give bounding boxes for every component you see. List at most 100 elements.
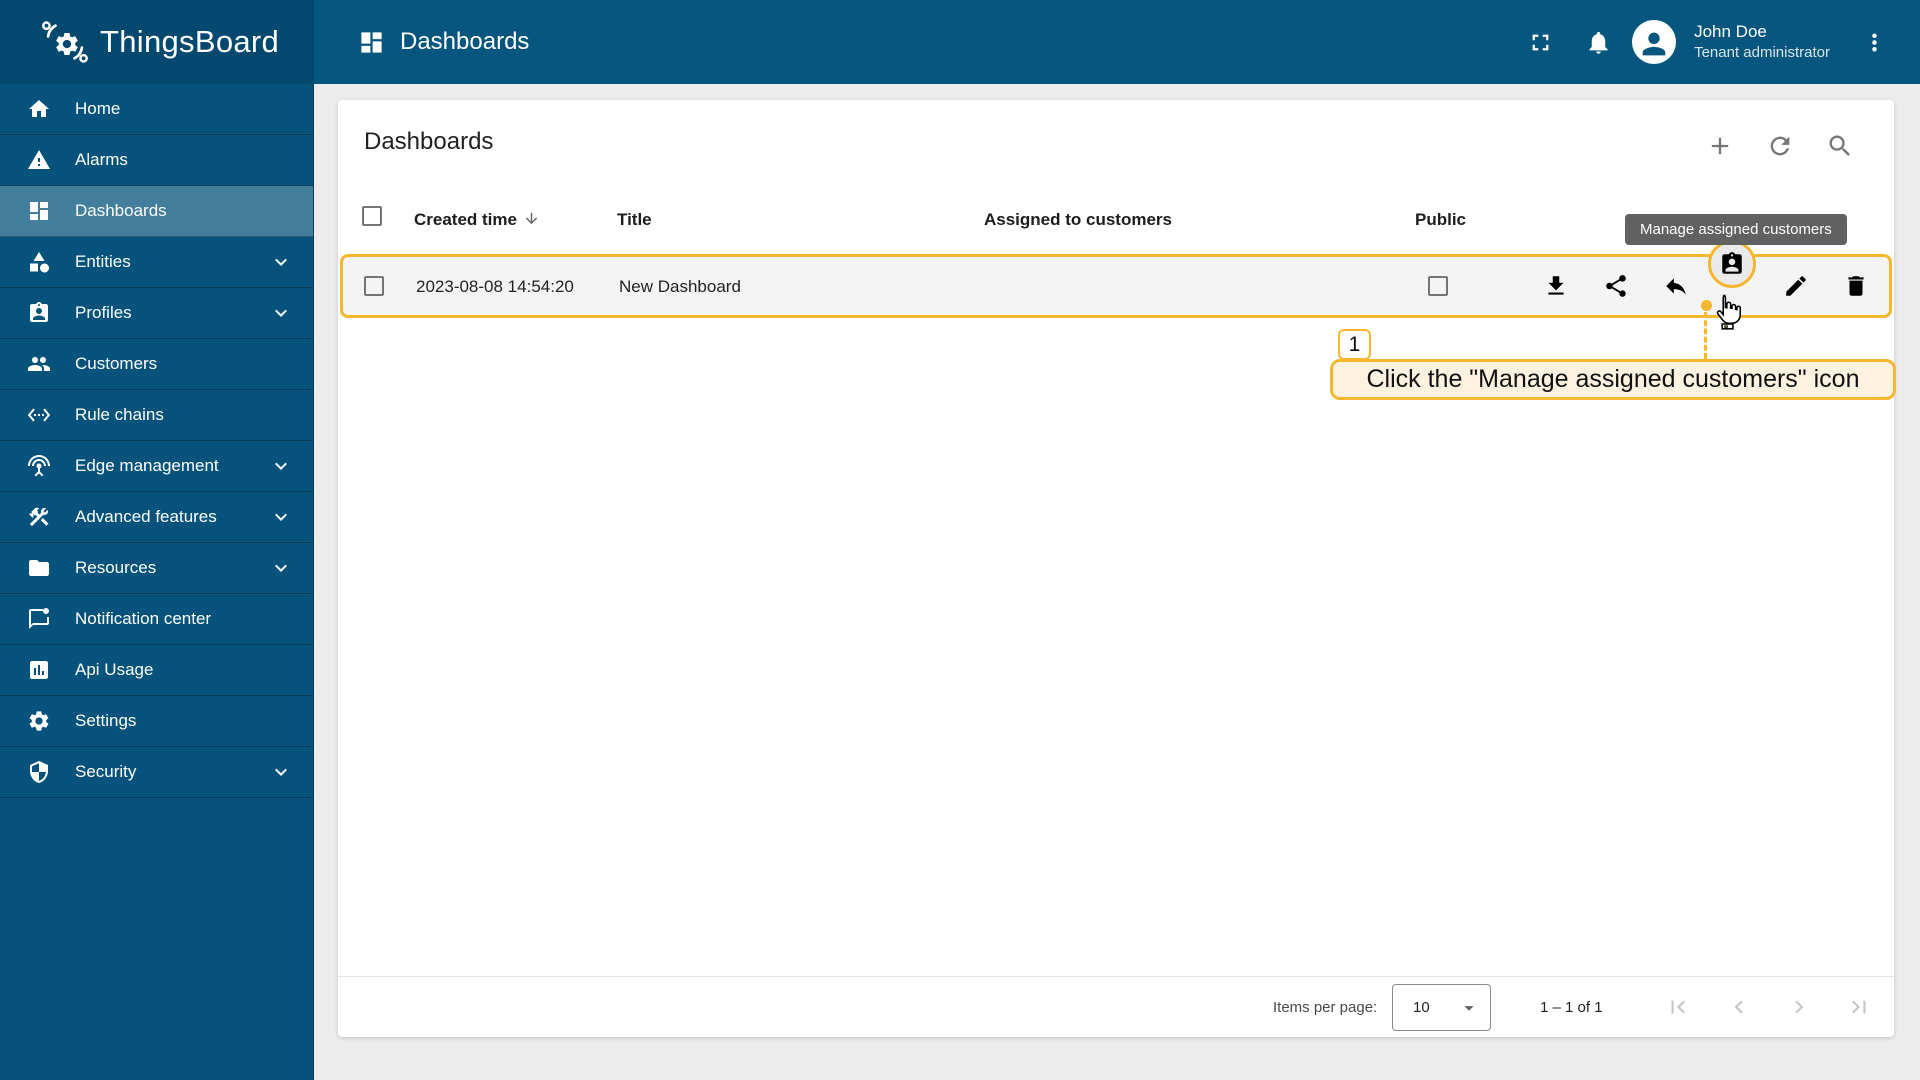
chevron-down-icon bbox=[269, 301, 293, 325]
sidebar-item-advanced-features[interactable]: Advanced features bbox=[0, 492, 313, 543]
plus-icon bbox=[1706, 132, 1734, 160]
user-role: Tenant administrator bbox=[1694, 44, 1830, 62]
refresh-icon bbox=[1766, 132, 1794, 160]
sidebar-item-label: Advanced features bbox=[75, 507, 217, 526]
sidebar-item-label: Settings bbox=[75, 711, 137, 730]
breadcrumb: Dashboards bbox=[358, 28, 529, 56]
sidebar-item-label: Alarms bbox=[75, 150, 128, 169]
row-title: New Dashboard bbox=[619, 277, 741, 296]
add-dashboard-button[interactable] bbox=[1702, 128, 1738, 164]
sidebar-item-dashboards[interactable]: Dashboards bbox=[0, 186, 313, 237]
sidebar-item-label: Security bbox=[75, 762, 137, 781]
previous-page-icon[interactable] bbox=[1726, 994, 1752, 1020]
next-page-icon[interactable] bbox=[1786, 994, 1812, 1020]
last-page-icon[interactable] bbox=[1846, 994, 1872, 1020]
notifications-button[interactable] bbox=[1574, 18, 1622, 66]
top-bar: ThingsBoard Dashboards John Doe Tenant a… bbox=[0, 0, 1920, 84]
sidebar-item-profiles[interactable]: Profiles bbox=[0, 288, 313, 339]
manage-assigned-customers-icon[interactable] bbox=[1719, 251, 1745, 277]
sidebar-item-edge-management[interactable]: Edge management bbox=[0, 441, 313, 492]
column-created-time[interactable]: Created time bbox=[414, 210, 540, 230]
sidebar-item-label: Rule chains bbox=[75, 405, 164, 424]
sidebar-item-label: Edge management bbox=[75, 456, 219, 475]
alarms-icon bbox=[27, 148, 51, 172]
instruction-callout: Click the "Manage assigned customers" ic… bbox=[1330, 359, 1896, 400]
sidebar-item-home[interactable]: Home bbox=[0, 84, 313, 135]
delete-icon[interactable] bbox=[1843, 273, 1869, 299]
manage-assigned-customers-button[interactable] bbox=[1708, 240, 1756, 288]
card-header: Dashboards bbox=[338, 100, 1894, 196]
sidebar-item-security[interactable]: Security bbox=[0, 747, 313, 798]
search-button[interactable] bbox=[1822, 128, 1858, 164]
cursor-icon bbox=[1710, 293, 1744, 333]
user-info: John Doe Tenant administrator bbox=[1694, 21, 1830, 63]
sidebar-item-api-usage[interactable]: Api Usage bbox=[0, 645, 313, 696]
dashboards-icon bbox=[27, 199, 51, 223]
chevron-down-icon bbox=[269, 505, 293, 529]
rule-chains-icon bbox=[27, 403, 51, 427]
column-assigned-to-customers[interactable]: Assigned to customers bbox=[984, 210, 1172, 230]
chevron-down-icon bbox=[269, 454, 293, 478]
sidebar-item-label: Profiles bbox=[75, 303, 132, 322]
search-icon bbox=[1826, 132, 1854, 160]
sidebar-item-customers[interactable]: Customers bbox=[0, 339, 313, 390]
avatar[interactable] bbox=[1632, 20, 1677, 64]
page-title: Dashboards bbox=[400, 28, 530, 55]
sidebar-item-label: Resources bbox=[75, 558, 157, 577]
person-icon bbox=[1637, 27, 1671, 61]
sidebar-item-label: Api Usage bbox=[75, 660, 154, 679]
column-public[interactable]: Public bbox=[1415, 210, 1466, 230]
sidebar-item-notification-center[interactable]: Notification center bbox=[0, 594, 313, 645]
paginator: Items per page: 10 1 – 1 of 1 bbox=[338, 976, 1894, 1037]
edit-icon[interactable] bbox=[1783, 273, 1809, 299]
row-checkbox[interactable] bbox=[364, 276, 384, 296]
row-created-time: 2023-08-08 14:54:20 bbox=[416, 277, 574, 296]
notification-center-icon bbox=[27, 607, 51, 631]
profiles-icon bbox=[27, 301, 51, 325]
step-number-badge: 1 bbox=[1338, 329, 1371, 360]
first-page-icon[interactable] bbox=[1665, 994, 1691, 1020]
main-content: Dashboards Created time Title Assigned t… bbox=[314, 84, 1920, 1080]
share-icon[interactable] bbox=[1603, 273, 1629, 299]
page-size-select[interactable]: 10 bbox=[1392, 984, 1491, 1031]
sidebar-nav: Home Alarms Dashboards Entities Profiles Cust… bbox=[0, 84, 314, 1080]
dropdown-arrow-icon bbox=[1458, 997, 1480, 1019]
public-checkbox[interactable] bbox=[1428, 276, 1448, 296]
user-name: John Doe bbox=[1694, 22, 1767, 42]
sidebar-item-alarms[interactable]: Alarms bbox=[0, 135, 313, 186]
sidebar-item-resources[interactable]: Resources bbox=[0, 543, 313, 594]
home-icon bbox=[27, 97, 51, 121]
more-vert-icon bbox=[1861, 29, 1888, 56]
sidebar-item-entities[interactable]: Entities bbox=[0, 237, 313, 288]
security-icon bbox=[27, 760, 51, 784]
thingsboard-app: ThingsBoard Dashboards John Doe Tenant a… bbox=[0, 0, 1920, 1080]
table-row[interactable]: 2023-08-08 14:54:20 New Dashboard bbox=[340, 254, 1892, 318]
sidebar-item-label: Entities bbox=[75, 252, 131, 271]
connector-dashed-line bbox=[1704, 312, 1707, 359]
page-range-label: 1 – 1 of 1 bbox=[1540, 999, 1603, 1016]
download-icon[interactable] bbox=[1543, 273, 1569, 299]
thingsboard-logo-icon bbox=[38, 15, 92, 69]
sidebar-item-settings[interactable]: Settings bbox=[0, 696, 313, 747]
fullscreen-icon bbox=[1527, 29, 1554, 56]
fullscreen-button[interactable] bbox=[1516, 18, 1564, 66]
sidebar-item-label: Home bbox=[75, 99, 121, 118]
page-size-value: 10 bbox=[1413, 999, 1430, 1016]
select-all-checkbox[interactable] bbox=[362, 206, 382, 226]
sidebar-item-rule-chains[interactable]: Rule chains bbox=[0, 390, 313, 441]
sidebar-item-label: Notification center bbox=[75, 609, 212, 628]
column-title[interactable]: Title bbox=[617, 210, 652, 230]
make-private-icon bbox=[1663, 273, 1689, 299]
refresh-button[interactable] bbox=[1762, 128, 1798, 164]
bell-icon bbox=[1585, 29, 1612, 56]
chevron-down-icon bbox=[269, 556, 293, 580]
chevron-down-icon bbox=[269, 250, 293, 274]
user-menu-button[interactable] bbox=[1850, 18, 1898, 66]
logo[interactable]: ThingsBoard bbox=[0, 0, 314, 84]
tooltip: Manage assigned customers bbox=[1625, 214, 1847, 245]
logo-text: ThingsBoard bbox=[100, 24, 280, 59]
card-title: Dashboards bbox=[364, 128, 494, 155]
entities-icon bbox=[27, 250, 51, 274]
dashboards-card: Dashboards Created time Title Assigned t… bbox=[338, 100, 1896, 1037]
dashboards-icon bbox=[358, 29, 385, 56]
